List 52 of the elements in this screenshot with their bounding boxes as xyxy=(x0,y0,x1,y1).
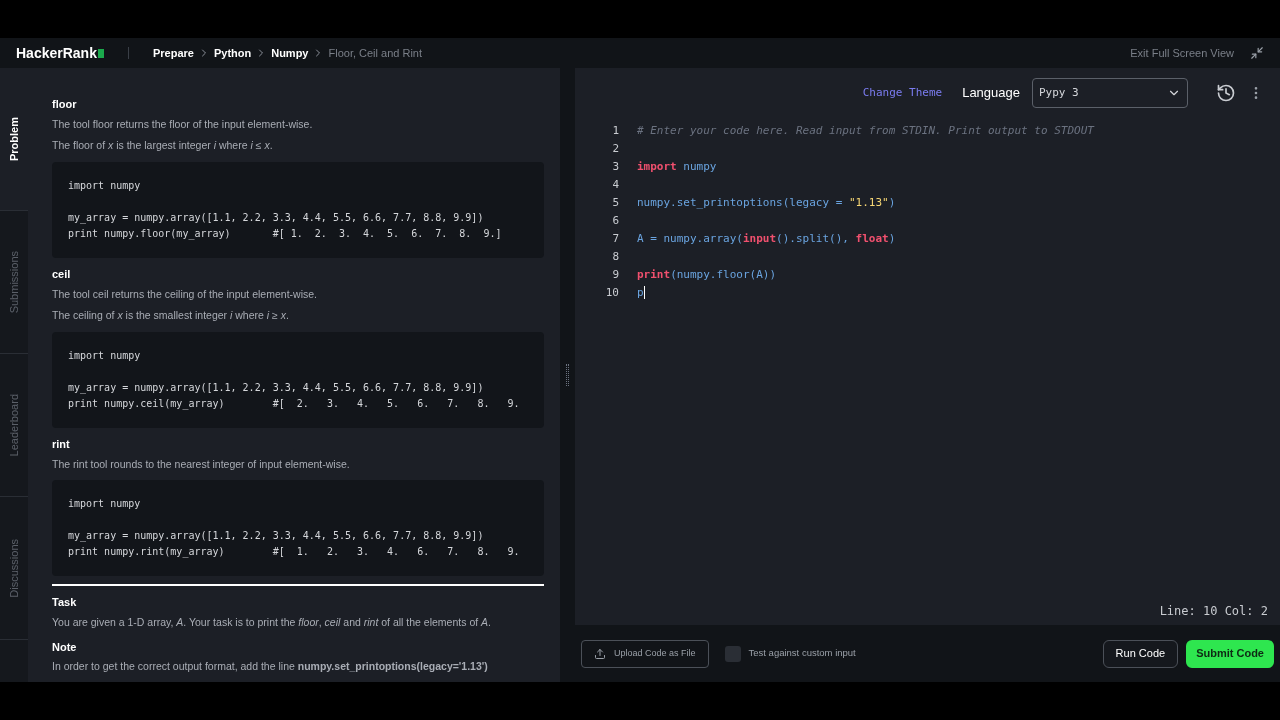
submit-code-button[interactable]: Submit Code xyxy=(1186,639,1274,668)
section-heading: rint xyxy=(52,437,71,452)
line-number: 10 xyxy=(604,285,619,301)
logo[interactable]: HackerRank xyxy=(16,42,104,64)
code-line: import numpy xyxy=(637,159,717,175)
line-number: 3 xyxy=(611,159,619,175)
section-heading: ceil xyxy=(52,267,72,282)
code-line: print(numpy.floor(A)) xyxy=(637,267,777,283)
section-heading: floor xyxy=(52,97,78,112)
section-heading: Note xyxy=(52,639,78,655)
line-number: 2 xyxy=(611,141,619,157)
run-code-button[interactable]: Run Code xyxy=(1102,639,1179,668)
code-block: import numpy my_array = numpy.array([1.1, 2.2, 3.3, 4.4, 5.5, 6.6, 7.7, 8.8, 9.9]) print numpy.rint(my_array) #[ 1. 2. 3. 4. 6. 7. 8. 9. xyxy=(52,480,544,577)
paragraph: The rint tool rounds to the nearest integer of input element-wise. xyxy=(52,456,351,472)
line-number: 6 xyxy=(611,213,619,229)
checkbox[interactable] xyxy=(724,645,741,662)
minimize-icon[interactable] xyxy=(1250,46,1264,60)
breadcrumb[interactable]: Numpy xyxy=(271,44,309,62)
code-line: # Enter your code here. Read input from STDIN. Print output to STDOUT xyxy=(637,123,1094,139)
exit-fullscreen-link[interactable]: Exit Full Screen View xyxy=(1130,44,1234,62)
breadcrumb: Floor, Ceil and Rint xyxy=(328,45,423,61)
code-line: numpy.set_printoptions(legacy = "1.13") xyxy=(637,195,896,211)
paragraph: The floor of x is the largest integer i where i ≤ x. xyxy=(52,138,274,154)
line-number: 7 xyxy=(611,231,619,247)
change-theme-link[interactable]: Change Theme xyxy=(862,84,943,102)
section-heading: Task xyxy=(52,595,78,611)
language-select[interactable]: Pypy 3 xyxy=(1032,78,1188,108)
line-number: 8 xyxy=(611,249,619,265)
paragraph: You are given a 1-D array, A. Your task is to print the floor, ceil and rint of all the elements of A. xyxy=(52,614,492,630)
side-tab[interactable]: Problem xyxy=(0,68,28,211)
line-number: 1 xyxy=(611,123,619,139)
code-block: import numpy my_array = numpy.array([1.1, 2.2, 3.3, 4.4, 5.5, 6.6, 7.7, 8.8, 9.9]) print numpy.ceil(my_array) #[ 2. 3. 4. 5. 6. 7. 8. 9. xyxy=(52,332,544,428)
breadcrumb[interactable]: Prepare xyxy=(152,44,194,62)
paragraph: The tool ceil returns the ceiling of the input element-wise. xyxy=(52,286,318,302)
resize-handle[interactable] xyxy=(566,364,569,386)
history-icon[interactable] xyxy=(1216,83,1236,103)
checkbox-label: Test against custom input xyxy=(748,646,856,661)
paragraph: The tool floor returns the floor of the input element-wise. xyxy=(52,116,314,132)
upload-icon xyxy=(594,647,606,660)
code-block: import numpy my_array = numpy.array([1.1, 2.2, 3.3, 4.4, 5.5, 6.6, 7.7, 8.8, 9.9]) print numpy.floor(my_array) #[ 1. 2. 3. 4. 5. 6. 7. 8. 9.] xyxy=(52,162,544,258)
text-cursor xyxy=(643,286,645,299)
paragraph: The ceiling of x is the smallest integer i where i ≥ x. xyxy=(52,308,290,324)
breadcrumb[interactable]: Python xyxy=(213,44,252,62)
cursor-position: Line: 10 Col: 2 xyxy=(1159,603,1268,620)
code-line: p xyxy=(637,285,644,301)
paragraph: In order to get the correct output format, add the line numpy.set_printoptions(legacy='1.13') xyxy=(52,659,489,674)
line-number: 5 xyxy=(611,195,619,211)
language-label: Language xyxy=(962,84,1020,103)
code-line: A = numpy.array(input().split(), float) xyxy=(637,231,896,247)
upload-button[interactable]: Upload Code as File xyxy=(581,639,709,668)
line-number: 9 xyxy=(611,267,619,283)
line-number: 4 xyxy=(611,177,619,193)
